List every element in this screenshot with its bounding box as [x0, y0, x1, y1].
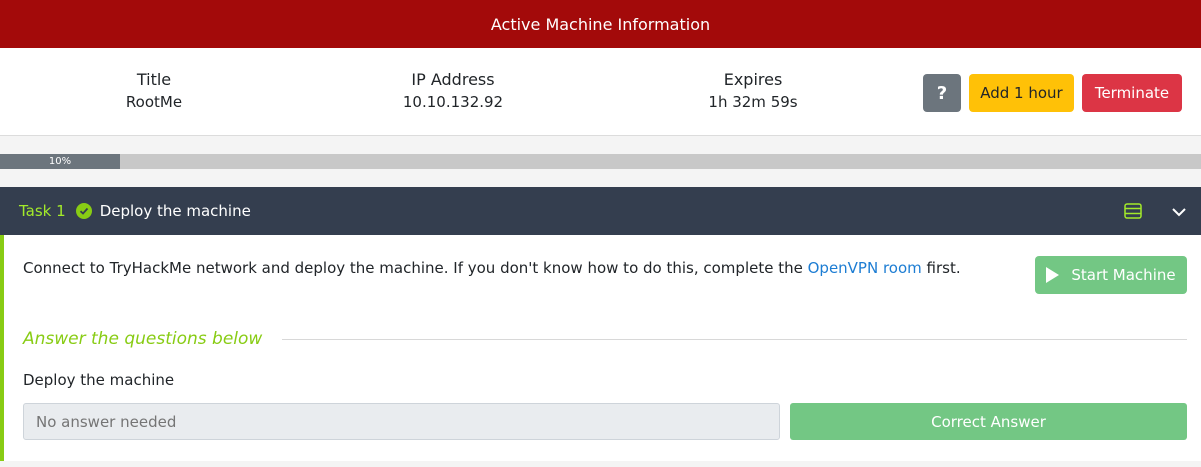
title-value: RootMe	[125, 93, 183, 111]
task-text-before: Connect to TryHackMe network and deploy …	[23, 259, 808, 277]
answer-input[interactable]	[23, 403, 780, 440]
task-text-after: first.	[921, 259, 961, 277]
progress-bar: 10%	[0, 154, 1201, 169]
start-machine-label: Start Machine	[1071, 266, 1176, 284]
question-text: Deploy the machine	[23, 371, 175, 389]
progress-fill: 10%	[0, 154, 121, 169]
task-body: Connect to TryHackMe network and deploy …	[0, 235, 1201, 461]
chevron-down-icon[interactable]	[1171, 204, 1187, 218]
ip-label: IP Address	[411, 70, 495, 89]
title-label: Title	[136, 70, 172, 89]
check-icon	[75, 203, 92, 219]
add-hour-button[interactable]: Add 1 hour	[969, 74, 1074, 112]
play-icon	[1046, 267, 1060, 283]
openvpn-room-link[interactable]: OpenVPN room	[808, 259, 922, 277]
machine-title: Title RootMe	[104, 69, 204, 113]
task-description: Connect to TryHackMe network and deploy …	[23, 259, 961, 277]
help-button[interactable]: ?	[923, 74, 961, 112]
expires-value: 1h 32m 59s	[708, 93, 798, 111]
task-number: Task 1	[19, 202, 66, 220]
expires-label: Expires	[723, 70, 783, 89]
task-header[interactable]: Task 1 Deploy the machine	[0, 187, 1201, 235]
machine-expires: Expires 1h 32m 59s	[683, 69, 823, 113]
divider	[282, 339, 1187, 340]
active-machine-header: Active Machine Information	[0, 0, 1201, 48]
ip-value: 10.10.132.92	[402, 93, 504, 111]
list-icon[interactable]	[1124, 203, 1142, 219]
correct-answer-button[interactable]: Correct Answer	[790, 403, 1187, 440]
start-machine-button[interactable]: Start Machine	[1035, 256, 1187, 294]
terminate-button[interactable]: Terminate	[1082, 74, 1182, 112]
task-title: Deploy the machine	[99, 202, 251, 220]
answer-heading: Answer the questions below	[23, 329, 263, 349]
machine-ip: IP Address 10.10.132.92	[383, 69, 523, 113]
